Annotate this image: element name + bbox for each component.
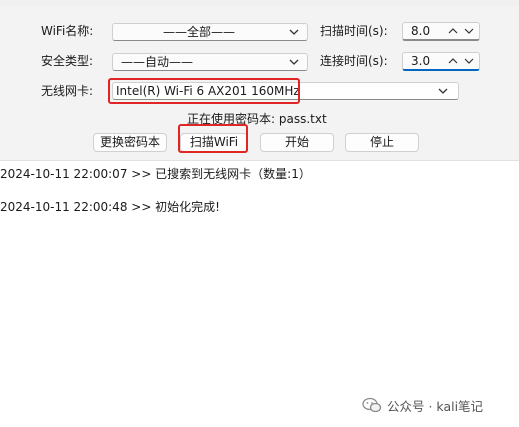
chevron-up-icon[interactable]	[447, 25, 459, 37]
scan-time-label: 扫描时间(s):	[320, 24, 388, 38]
connect-time-spinbox[interactable]: 3.0	[402, 52, 480, 71]
title-bar-remnant	[0, 0, 519, 6]
watermark-text: 公众号 · kali笔记	[387, 398, 484, 414]
scan-wifi-button[interactable]: 扫描WiFi	[180, 133, 248, 152]
password-file-text: 正在使用密码本: pass.txt	[187, 112, 327, 126]
chevron-up-icon[interactable]	[447, 55, 459, 67]
connect-time-label: 连接时间(s):	[320, 54, 388, 68]
wechat-icon	[362, 397, 382, 412]
wifi-name-value: ——全部——	[162, 25, 235, 39]
start-button[interactable]: 开始	[260, 133, 334, 152]
chevron-down-icon	[289, 29, 299, 35]
security-type-dropdown[interactable]: ——自动——	[112, 53, 308, 71]
chevron-down-icon	[289, 59, 299, 65]
log-output[interactable]: 2024-10-11 22:00:07 >> 已搜索到无线网卡（数量:1） 20…	[0, 160, 519, 427]
adapter-label: 无线网卡:	[41, 84, 94, 98]
wifi-name-dropdown[interactable]: ——全部——	[112, 23, 308, 41]
change-dict-button[interactable]: 更换密码本	[93, 133, 167, 152]
adapter-value: Intel(R) Wi-Fi 6 AX201 160MHz	[116, 84, 300, 98]
scan-time-value: 8.0	[411, 24, 431, 38]
chevron-down-icon	[438, 88, 448, 94]
watermark: 公众号 · kali笔记	[362, 396, 483, 414]
chevron-down-icon[interactable]	[463, 25, 475, 37]
security-type-value: ——自动——	[121, 55, 194, 69]
wifi-name-label: WiFi名称:	[41, 24, 94, 38]
scan-time-spinbox[interactable]: 8.0	[402, 22, 480, 41]
log-line: 2024-10-11 22:00:07 >> 已搜索到无线网卡（数量:1）	[0, 167, 311, 181]
adapter-dropdown[interactable]: Intel(R) Wi-Fi 6 AX201 160MHz	[112, 82, 459, 100]
connect-time-value: 3.0	[411, 54, 431, 68]
log-line: 2024-10-11 22:00:48 >> 初始化完成!	[0, 200, 220, 214]
stop-button[interactable]: 停止	[345, 133, 419, 152]
security-type-label: 安全类型:	[41, 54, 94, 68]
chevron-down-icon[interactable]	[463, 55, 475, 67]
